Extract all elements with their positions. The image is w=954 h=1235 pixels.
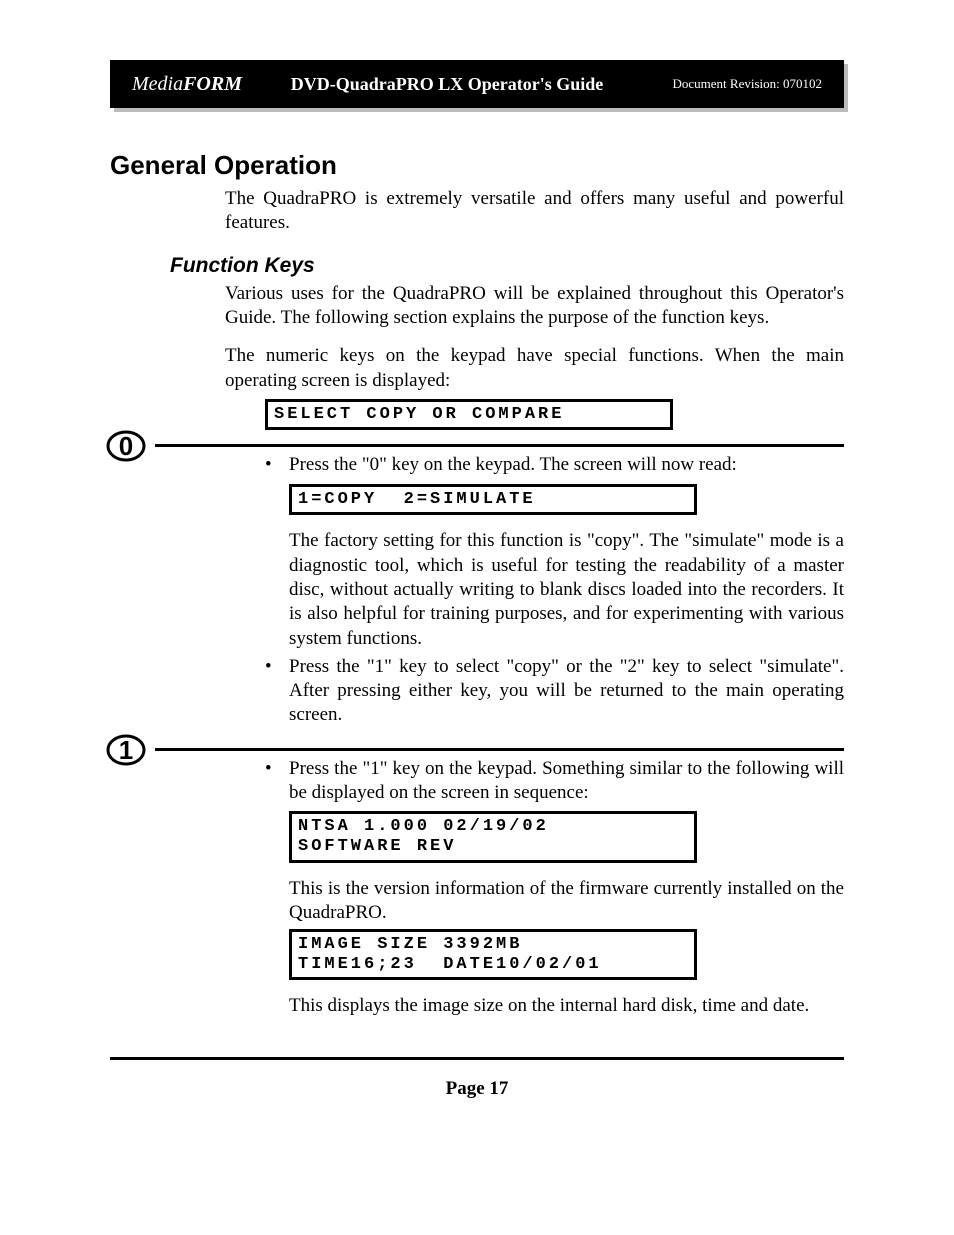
step-1-badge: 1 bbox=[106, 730, 146, 770]
step-0-explanation: The factory setting for this function is… bbox=[265, 529, 844, 651]
document-page: MediaFORM DVD-QuadraPRO LX Operator's Gu… bbox=[0, 0, 954, 1235]
function-keys-paragraph-2: The numeric keys on the keypad have spec… bbox=[110, 344, 844, 393]
step-1-bullet-1: • Press the "1" key on the keypad. Somet… bbox=[265, 757, 844, 806]
footer-rule bbox=[110, 1057, 844, 1060]
document-title: DVD-QuadraPRO LX Operator's Guide bbox=[242, 74, 652, 95]
step-0-number: 0 bbox=[119, 431, 133, 461]
step-1-number: 1 bbox=[119, 735, 133, 765]
step-0-bullet-1: • Press the "0" key on the keypad. The s… bbox=[265, 453, 844, 477]
step-1-bullet-1-text: Press the "1" key on the keypad. Somethi… bbox=[289, 757, 844, 806]
bullet-icon: • bbox=[265, 757, 289, 806]
step-0-rule bbox=[155, 444, 844, 447]
lcd-text-copy-simulate: 1=COPY 2=SIMULATE bbox=[289, 484, 697, 516]
step-0-bullet-1-text: Press the "0" key on the keypad. The scr… bbox=[289, 453, 844, 477]
lcd-display-1: SELECT COPY OR COMPARE bbox=[265, 399, 844, 431]
intro-paragraph: The QuadraPRO is extremely versatile and… bbox=[110, 187, 844, 236]
step-1-rule bbox=[155, 748, 844, 751]
function-keys-paragraph-1: Various uses for the QuadraPRO will be e… bbox=[110, 282, 844, 331]
step-1-explanation-2-text: This displays the image size on the inte… bbox=[289, 994, 844, 1018]
step-1-explanation-2: This displays the image size on the inte… bbox=[265, 994, 844, 1018]
page-header: MediaFORM DVD-QuadraPRO LX Operator's Gu… bbox=[110, 60, 844, 108]
bullet-icon: • bbox=[265, 655, 289, 728]
step-0-badge: 0 bbox=[106, 426, 146, 466]
subsection-heading: Function Keys bbox=[170, 254, 844, 278]
page-number: Page 17 bbox=[110, 1078, 844, 1100]
document-revision: Document Revision: 070102 bbox=[652, 76, 822, 92]
bullet-icon: • bbox=[265, 453, 289, 477]
step-1-row: 1 • Press the "1" key on the keypad. Som… bbox=[110, 748, 844, 1019]
step-0-bullet-2-text: Press the "1" key to select "copy" or th… bbox=[289, 655, 844, 728]
step-0-explanation-text: The factory setting for this function is… bbox=[289, 529, 844, 651]
logo-text-media: Media bbox=[132, 73, 183, 95]
section-heading: General Operation bbox=[110, 150, 844, 181]
step-1-explanation-1-text: This is the version information of the f… bbox=[289, 877, 844, 926]
lcd-text-image-size: IMAGE SIZE 3392MB TIME16;23 DATE10/02/01 bbox=[289, 929, 697, 980]
step-0-row: 0 • Press the "0" key on the keypad. The… bbox=[110, 444, 844, 727]
step-0-bullet-2: • Press the "1" key to select "copy" or … bbox=[265, 655, 844, 728]
logo-text-form: FORM bbox=[183, 73, 242, 95]
lcd-text-software-rev: NTSA 1.000 02/19/02 SOFTWARE REV bbox=[289, 811, 697, 862]
brand-logo: MediaFORM bbox=[132, 73, 242, 96]
lcd-text-select: SELECT COPY OR COMPARE bbox=[265, 399, 673, 431]
step-1-explanation-1: This is the version information of the f… bbox=[265, 877, 844, 926]
